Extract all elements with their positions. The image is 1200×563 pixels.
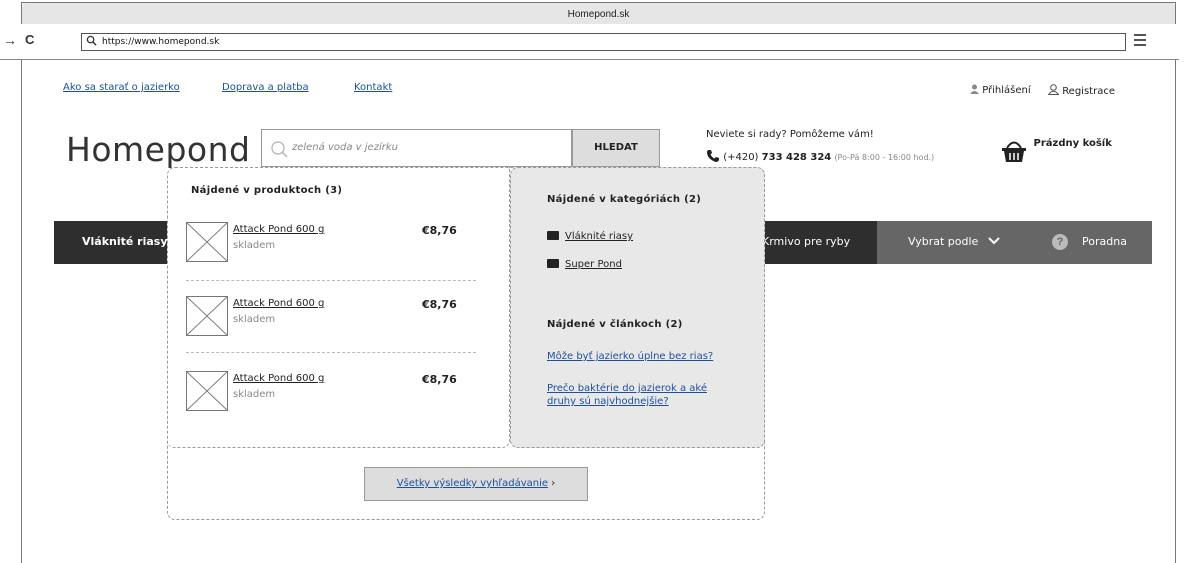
cart-label: Prázdny košík	[1033, 138, 1112, 149]
help-question: Neviete si rady? Pomôžeme vám!	[706, 129, 874, 140]
product-price: €8,76	[422, 298, 457, 311]
search-icon	[271, 141, 288, 158]
category-item[interactable]: Super Pond	[547, 259, 622, 270]
articles-heading: Nájdené v článkoch (2)	[547, 319, 683, 330]
nav-item-label: Krmivo pre ryby	[762, 235, 851, 248]
product-stock: skladem	[233, 389, 276, 400]
category-link[interactable]: Vláknité riasy	[565, 231, 633, 242]
categories-heading: Nájdené v kategóriách (2)	[547, 194, 702, 205]
register-link[interactable]: Registrace	[1047, 84, 1115, 97]
select-by-dropdown[interactable]: Vybrat podle	[908, 235, 1000, 248]
category-link[interactable]: Super Pond	[565, 259, 622, 270]
login-link[interactable]: Přihlášení	[970, 84, 1031, 96]
opening-hours: (Po-Pá 8:00 - 16:00 hod.)	[834, 153, 935, 162]
url-text: https://www.homepond.sk	[102, 37, 220, 47]
nav-item-advice[interactable]: Poradna	[1082, 235, 1127, 248]
product-name[interactable]: Attack Pond 600 g	[233, 224, 324, 235]
phone-info: (+420) 733 428 324 (Po-Pá 8:00 - 16:00 h…	[706, 149, 934, 163]
product-name[interactable]: Attack Pond 600 g	[233, 298, 324, 309]
phone-icon	[707, 150, 719, 162]
cart-button[interactable]: Prázdny košík	[1000, 138, 1112, 163]
phone-prefix: (+420)	[723, 152, 759, 163]
chevron-down-icon	[988, 237, 1000, 245]
register-label: Registrace	[1062, 86, 1115, 97]
folder-icon	[547, 259, 559, 268]
user-outline-icon	[1047, 84, 1060, 95]
divider	[186, 352, 476, 353]
nav-item-fish-food[interactable]: Krmivo pre ryby	[762, 221, 877, 264]
link-shipping[interactable]: Doprava a platba	[222, 82, 309, 93]
product-price: €8,76	[422, 373, 457, 386]
divider	[186, 280, 476, 281]
category-item[interactable]: Vláknité riasy	[547, 231, 633, 242]
logo[interactable]: Homepond	[66, 130, 250, 169]
product-image-placeholder	[186, 296, 228, 336]
product-stock: skladem	[233, 240, 276, 251]
products-heading: Nájdené v produktoch (3)	[191, 185, 343, 196]
reload-icon[interactable]: C	[25, 33, 34, 47]
forward-icon[interactable]: →	[3, 33, 17, 47]
product-price: €8,76	[422, 224, 457, 237]
all-results-label: Všetky výsledky vyhľadávanie	[396, 478, 549, 489]
nav-item-algae[interactable]: Vláknité riasy	[54, 221, 170, 264]
product-image-placeholder	[186, 222, 228, 262]
phone-number[interactable]: 733 428 324	[762, 152, 832, 163]
product-stock: skladem	[233, 314, 276, 325]
link-contact[interactable]: Kontakt	[354, 82, 392, 93]
search-input[interactable]: zelená voda v jezírku	[261, 129, 572, 167]
chevron-right-icon: ›	[551, 478, 556, 489]
search-placeholder: zelená voda v jezírku	[292, 142, 398, 153]
search-icon	[86, 35, 97, 46]
product-image-placeholder	[186, 371, 228, 411]
product-item[interactable]: Attack Pond 600 g skladem €8,76	[186, 222, 476, 278]
browser-toolbar: ← → C https://www.homepond.sk	[0, 24, 1179, 60]
link-pond-care[interactable]: Ako sa starať o jazierko	[63, 82, 180, 93]
select-by-label: Vybrat podle	[908, 235, 979, 248]
login-label: Přihlášení	[982, 85, 1031, 96]
user-icon	[970, 84, 979, 94]
product-item[interactable]: Attack Pond 600 g skladem €8,76	[186, 296, 476, 352]
product-item[interactable]: Attack Pond 600 g skladem €8,76	[186, 371, 476, 427]
nav-secondary: Vybrat podle ? Poradna	[877, 221, 1152, 264]
article-link[interactable]: Môže byť jazierko úplne bez rias?	[547, 350, 747, 363]
folder-icon	[547, 231, 559, 240]
menu-icon[interactable]	[1134, 34, 1146, 48]
article-link[interactable]: Prečo baktérie do jazierok a aké druhy s…	[547, 382, 732, 408]
nav-item-label: Vláknité riasy	[82, 235, 168, 248]
question-icon: ?	[1052, 234, 1068, 250]
search-button[interactable]: HLEDAT	[572, 129, 660, 167]
all-results-button[interactable]: Všetky výsledky vyhľadávanie ›	[364, 467, 588, 501]
product-name[interactable]: Attack Pond 600 g	[233, 373, 324, 384]
basket-icon	[1002, 141, 1026, 162]
address-bar[interactable]: https://www.homepond.sk	[81, 33, 1126, 51]
